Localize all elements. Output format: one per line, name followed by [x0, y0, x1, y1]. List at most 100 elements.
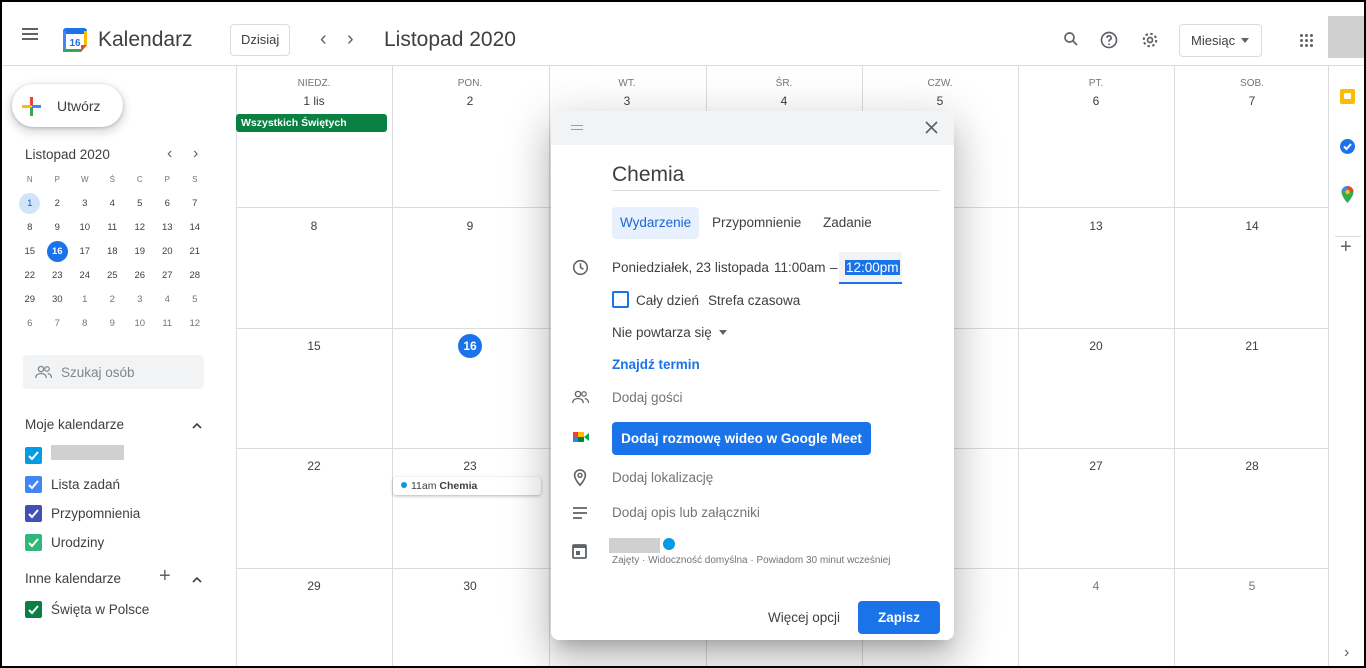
- tab-task[interactable]: Zadanie: [815, 207, 880, 239]
- my-calendars-title[interactable]: Moje kalendarze: [25, 417, 124, 432]
- mini-day[interactable]: 8: [16, 216, 44, 240]
- mini-day[interactable]: 28: [181, 264, 209, 288]
- mini-day[interactable]: 12: [181, 312, 209, 336]
- mini-day[interactable]: 26: [126, 264, 154, 288]
- mini-day[interactable]: 21: [181, 240, 209, 264]
- mini-day[interactable]: 15: [16, 240, 44, 264]
- day-number[interactable]: 6: [1018, 94, 1174, 108]
- mini-day[interactable]: 18: [99, 240, 127, 264]
- keep-icon[interactable]: [1339, 88, 1356, 105]
- chevron-up-icon[interactable]: [192, 422, 202, 429]
- maps-icon[interactable]: [1339, 185, 1356, 204]
- mini-day[interactable]: 25: [99, 264, 127, 288]
- tab-event[interactable]: Wydarzenie: [612, 207, 700, 239]
- search-icon[interactable]: [1062, 30, 1080, 48]
- mini-day[interactable]: 17: [71, 240, 99, 264]
- day-number[interactable]: 9: [392, 219, 548, 233]
- add-calendar-icon[interactable]: +: [159, 565, 171, 588]
- calendar-checkbox[interactable]: [25, 476, 42, 493]
- day-number[interactable]: 21: [1174, 339, 1330, 353]
- mini-day[interactable]: 7: [181, 192, 209, 216]
- event-date[interactable]: Poniedziałek, 23 listopada: [612, 260, 769, 275]
- mini-day[interactable]: 3: [71, 192, 99, 216]
- tab-reminder[interactable]: Przypomnienie: [704, 207, 809, 239]
- add-icon[interactable]: +: [1340, 236, 1352, 259]
- holiday-event[interactable]: Wszystkich Świętych: [236, 114, 387, 132]
- day-number[interactable]: 4: [706, 94, 862, 108]
- calendar-checkbox[interactable]: [25, 447, 42, 464]
- redacted-calendar-owner[interactable]: [609, 538, 660, 553]
- add-guests-input[interactable]: Dodaj gości: [612, 390, 683, 405]
- mini-day[interactable]: 4: [154, 288, 182, 312]
- event-start-time[interactable]: 11:00am: [774, 260, 826, 275]
- event-title-input[interactable]: Chemia: [612, 163, 940, 191]
- account-avatar[interactable]: [1328, 16, 1364, 58]
- repeat-dropdown[interactable]: Nie powtarza się: [612, 325, 727, 340]
- mini-day[interactable]: 10: [71, 216, 99, 240]
- event-chip[interactable]: 11am Chemia: [393, 477, 541, 495]
- day-number[interactable]: 15: [236, 339, 392, 353]
- mini-day[interactable]: 11: [99, 216, 127, 240]
- mini-day[interactable]: 12: [126, 216, 154, 240]
- today-button[interactable]: Dzisiaj: [230, 24, 291, 56]
- mini-month-next-button[interactable]: ›: [193, 145, 198, 163]
- mini-day[interactable]: 5: [181, 288, 209, 312]
- dialog-drag-bar[interactable]: [551, 111, 954, 145]
- day-number[interactable]: 14: [1174, 219, 1330, 233]
- mini-day[interactable]: 10: [126, 312, 154, 336]
- day-number[interactable]: 7: [1174, 94, 1330, 108]
- prev-period-button[interactable]: ‹: [320, 28, 327, 51]
- add-meet-button[interactable]: Dodaj rozmowę wideo w Google Meet: [612, 422, 871, 455]
- mini-day[interactable]: 19: [126, 240, 154, 264]
- help-icon[interactable]: [1099, 30, 1119, 50]
- mini-day[interactable]: 16: [44, 240, 72, 264]
- apps-grid-icon[interactable]: [1300, 34, 1314, 48]
- other-calendars-title[interactable]: Inne kalendarze: [25, 571, 121, 586]
- mini-day[interactable]: 29: [16, 288, 44, 312]
- event-meta-info[interactable]: Zajęty · Widoczność domyślna · Powiadom …: [612, 555, 890, 566]
- calendar-checkbox[interactable]: [25, 534, 42, 551]
- chevron-up-icon[interactable]: [192, 576, 202, 583]
- mini-day[interactable]: 5: [126, 192, 154, 216]
- create-button[interactable]: Utwórz: [12, 84, 123, 127]
- day-number[interactable]: 1 lis: [236, 94, 392, 108]
- calendar-checkbox[interactable]: [25, 505, 42, 522]
- mini-day[interactable]: 22: [16, 264, 44, 288]
- save-button[interactable]: Zapisz: [858, 601, 940, 634]
- all-day-checkbox[interactable]: [612, 291, 629, 308]
- next-period-button[interactable]: ›: [347, 28, 354, 51]
- mini-day[interactable]: 1: [16, 192, 44, 216]
- day-number[interactable]: 22: [236, 459, 392, 473]
- tasks-icon[interactable]: [1339, 138, 1356, 155]
- mini-day[interactable]: 24: [71, 264, 99, 288]
- calendar-checkbox[interactable]: [25, 601, 42, 618]
- day-number[interactable]: 23: [392, 459, 548, 473]
- timezone-button[interactable]: Strefa czasowa: [708, 293, 800, 308]
- mini-day[interactable]: 3: [126, 288, 154, 312]
- day-number[interactable]: 30: [392, 579, 548, 593]
- mini-day[interactable]: 27: [154, 264, 182, 288]
- day-number[interactable]: 28: [1174, 459, 1330, 473]
- day-number[interactable]: 27: [1018, 459, 1174, 473]
- event-end-time-field[interactable]: 12:00pm: [839, 252, 902, 284]
- day-number[interactable]: 13: [1018, 219, 1174, 233]
- add-description-input[interactable]: Dodaj opis lub załączniki: [612, 505, 760, 520]
- mini-day[interactable]: 20: [154, 240, 182, 264]
- day-number[interactable]: 4: [1018, 579, 1174, 593]
- expand-icon[interactable]: ›: [1344, 644, 1349, 662]
- mini-day[interactable]: 11: [154, 312, 182, 336]
- view-selector[interactable]: Miesiąc: [1179, 24, 1262, 57]
- close-icon[interactable]: [925, 121, 938, 134]
- mini-day[interactable]: 4: [99, 192, 127, 216]
- more-options-button[interactable]: Więcej opcji: [758, 601, 850, 634]
- settings-icon[interactable]: [1140, 30, 1160, 50]
- day-number[interactable]: 5: [862, 94, 1018, 108]
- mini-day[interactable]: 14: [181, 216, 209, 240]
- mini-day[interactable]: 2: [99, 288, 127, 312]
- day-number[interactable]: 8: [236, 219, 392, 233]
- people-search-input[interactable]: Szukaj osób: [23, 355, 204, 389]
- mini-day[interactable]: 8: [71, 312, 99, 336]
- day-number[interactable]: 29: [236, 579, 392, 593]
- mini-day[interactable]: 13: [154, 216, 182, 240]
- drag-handle-icon[interactable]: [571, 125, 583, 133]
